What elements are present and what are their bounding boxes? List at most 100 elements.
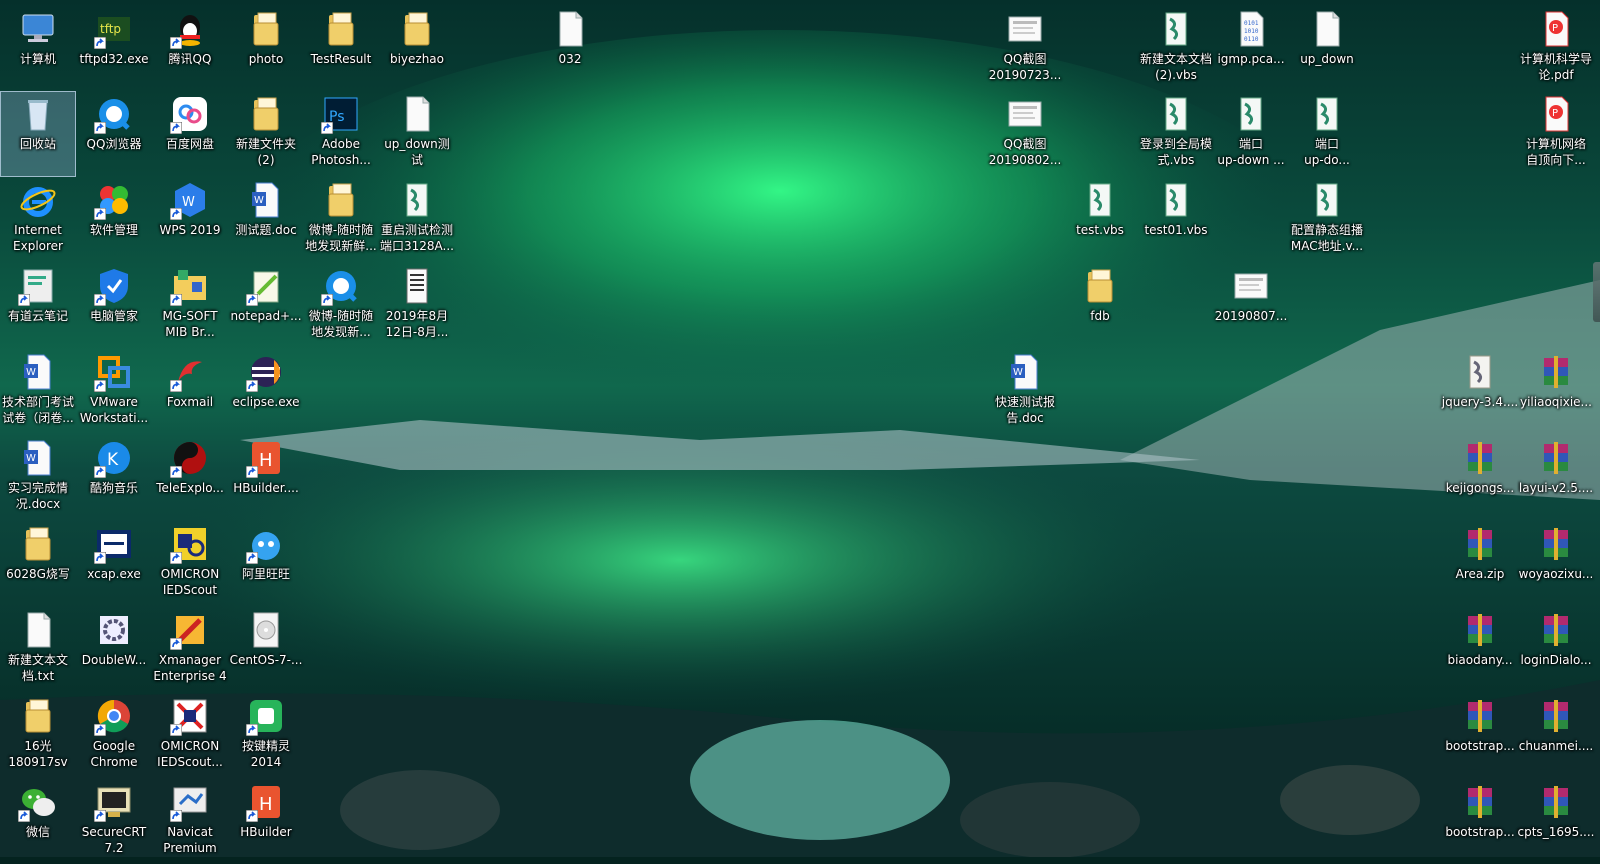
desktop-icon-chuanmei[interactable]: chuanmei.... — [1519, 694, 1593, 778]
desktop-icon-notepadpp[interactable]: notepad+... — [229, 264, 303, 348]
desktop-icon-softmgr[interactable]: 软件管理 — [77, 178, 151, 262]
shortcut-arrow-icon — [94, 724, 106, 736]
desktop-icon-label: Area.zip — [1455, 567, 1505, 581]
rar-icon — [1460, 782, 1500, 822]
desktop-icon-biaodany[interactable]: biaodany... — [1443, 608, 1517, 692]
desktop-icon-chrome[interactable]: Google Chrome — [77, 694, 151, 778]
desktop-icon-qqshot1[interactable]: QQ截图 20190723... — [988, 7, 1062, 91]
desktop-icon-recycle[interactable]: 回收站 — [0, 91, 76, 177]
desktop-icon-weibo2[interactable]: 微博-随时随 地发现新... — [304, 264, 378, 348]
desktop-icon-updowntest[interactable]: up_down测 试 — [380, 92, 454, 176]
desktop-icon-g6028[interactable]: 6028G烧写 — [1, 522, 75, 606]
desktop-icon-quicktest[interactable]: W 快速测试报 告.doc — [988, 350, 1062, 434]
desktop-icon-techexam[interactable]: W 技术部门考试 试卷（闭卷... — [1, 350, 75, 434]
desktop-icon-internship[interactable]: W 实习完成情 况.docx — [1, 436, 75, 520]
desktop-icon-restart[interactable]: 重启测试检测 端口3128A... — [380, 178, 454, 262]
gear-icon — [94, 610, 134, 650]
rar-icon — [1536, 352, 1576, 392]
desktop-icon-biyezhao[interactable]: biyezhao — [380, 7, 454, 91]
desktop-icon-cpts[interactable]: cpts_1695.... — [1518, 780, 1594, 864]
desktop-icon-kejigongs[interactable]: kejigongs... — [1443, 436, 1517, 520]
desktop-icon-test01vbs[interactable]: test01.vbs — [1139, 178, 1213, 262]
desktop-icon-port2[interactable]: 端口 up-do... — [1290, 92, 1364, 176]
desktop-icon-f032[interactable]: 032 — [533, 7, 607, 91]
desktop-icon-img0807[interactable]: 20190807... — [1214, 264, 1288, 348]
desktop-icon-computer[interactable]: 计算机 — [1, 7, 75, 91]
desktop-icon-kugou[interactable]: K 酷狗音乐 — [77, 436, 151, 520]
xmanager-icon — [170, 610, 210, 650]
qqbrowser-icon — [321, 266, 361, 306]
desktop-icon-aliwangwang[interactable]: 阿里旺旺 — [229, 522, 303, 606]
desktop-icon-g16[interactable]: 16光 180917sv — [1, 694, 75, 778]
desktop-icon-bootstrap2[interactable]: bootstrap... — [1443, 780, 1517, 864]
desktop-icon-eclipse[interactable]: eclipse.exe — [229, 350, 303, 434]
desktop-icon-newfolder2[interactable]: 新建文件夹 (2) — [229, 92, 303, 176]
rar-icon — [1536, 696, 1576, 736]
desktop-icon-bootstrap1[interactable]: bootstrap... — [1443, 694, 1517, 778]
desktop-icon-label: Xmanager Enterprise 4 — [153, 653, 227, 683]
desktop-icon-teleexplorer[interactable]: TeleExplo... — [153, 436, 227, 520]
desktop-icon-woyaozixu[interactable]: woyaozixu... — [1519, 522, 1593, 606]
notepad-icon — [246, 266, 286, 306]
desktop-icon-label: 阿里旺旺 — [241, 567, 290, 581]
desktop-icon-xmanager[interactable]: Xmanager Enterprise 4 — [153, 608, 227, 692]
vbs-icon — [1307, 180, 1347, 220]
desktop-icon-label: 2019年8月 12日-8月... — [385, 309, 449, 339]
desktop-icon-foxmail[interactable]: Foxmail — [153, 350, 227, 434]
desktop-icon-updown[interactable]: up_down — [1290, 7, 1364, 91]
desktop-icon-ie[interactable]: Internet Explorer — [1, 178, 75, 262]
shortcut-arrow-icon — [170, 466, 182, 478]
desktop-icon-pdf2[interactable]: P 计算机网络 自顶向下... — [1519, 92, 1593, 176]
desktop-icon-newtxt[interactable]: 新建文本文 档.txt — [1, 608, 75, 692]
desktop-icon-jquery[interactable]: jquery-3.4.... — [1442, 350, 1518, 434]
photoshop-icon: Ps — [321, 94, 361, 134]
desktop-icon-photo[interactable]: photo — [229, 7, 303, 91]
desktop-icon-xcap[interactable]: xcap.exe — [77, 522, 151, 606]
desktop-icon-logindialo[interactable]: loginDialo... — [1519, 608, 1593, 692]
desktop-icon-layui[interactable]: layui-v2.5.... — [1519, 436, 1593, 520]
desktop-icon-baidupan[interactable]: 百度网盘 — [153, 92, 227, 176]
desktop-icon-label: 百度网盘 — [165, 137, 214, 151]
desktop-icon-mgsoft[interactable]: MG-SOFT MIB Br... — [153, 264, 227, 348]
desktop-icon-centos[interactable]: CentOS-7-... — [229, 608, 303, 692]
desktop-icon-port1[interactable]: 端口 up-down ... — [1214, 92, 1288, 176]
desktop-icon-securecrt[interactable]: SecureCRT 7.2 — [77, 780, 151, 864]
desktop-icon-weibo1[interactable]: 微博-随时随 地发现新鲜... — [304, 178, 378, 262]
desktop-icon-qqshot2[interactable]: QQ截图 20190802... — [988, 92, 1062, 176]
shortcut-arrow-icon — [18, 810, 30, 822]
desktop-icon-hbuilder2[interactable]: H HBuilder — [229, 780, 303, 864]
desktop-icon-wechat[interactable]: 微信 — [1, 780, 75, 864]
desktop-icon-testdoc[interactable]: W 测试题.doc — [229, 178, 303, 262]
desktop-icon-vbs_new2[interactable]: 新建文本文档 (2).vbs — [1139, 7, 1213, 91]
svg-text:P: P — [1552, 23, 1558, 34]
desktop-icon-pcmgr[interactable]: 电脑管家 — [77, 264, 151, 348]
desktop-icon-tftpd32[interactable]: tftp tftpd32.exe — [77, 7, 151, 91]
desktop-icon-qq[interactable]: 腾讯QQ — [153, 7, 227, 91]
desktop-icon-loginvbs[interactable]: 登录到全局模 式.vbs — [1139, 92, 1213, 176]
folder-icon — [18, 696, 58, 736]
desktop-icon-qqbrowser[interactable]: QQ浏览器 — [77, 92, 151, 176]
desktop-icon-fdb[interactable]: fdb — [1063, 264, 1137, 348]
desktop-icon-vmware[interactable]: VMware Workstati... — [77, 350, 151, 434]
desktop-icon-anjian[interactable]: 按键精灵 2014 — [229, 694, 303, 778]
desktop-icon-doublew[interactable]: DoubleW... — [77, 608, 151, 692]
desktop-icon-youdao[interactable]: 有道云笔记 — [1, 264, 75, 348]
desktop-icon-hbuilder1[interactable]: H HBuilder.... — [229, 436, 303, 520]
desktop-icon-testvbs[interactable]: test.vbs — [1063, 178, 1137, 262]
desktop-icon-staticmac[interactable]: 配置静态组播 MAC地址.v... — [1290, 178, 1364, 262]
desktop-icon-label: TestResult — [310, 52, 372, 66]
desktop-icon-pdf1[interactable]: P 计算机科学导 论.pdf — [1519, 7, 1593, 91]
word-icon: W — [18, 352, 58, 392]
desktop-icon-igmp[interactable]: 0101 1010 0110 igmp.pca... — [1214, 7, 1288, 91]
desktop-icon-yiliao[interactable]: yiliaoqixie... — [1519, 350, 1593, 434]
desktop-icon-areazip[interactable]: Area.zip — [1443, 522, 1517, 606]
desktop-icon-omicron2[interactable]: OMICRON IEDScout... — [153, 694, 227, 778]
desktop-icon-omicron1[interactable]: OMICRON IEDScout — [153, 522, 227, 606]
desktop-icon-navicat[interactable]: Navicat Premium — [153, 780, 227, 864]
desktop-icon-testresult[interactable]: TestResult — [304, 7, 378, 91]
softmgr-icon — [94, 180, 134, 220]
desktop-icon-aug2019[interactable]: 2019年8月 12日-8月... — [380, 264, 454, 348]
desktop-icon-photoshop[interactable]: Ps Adobe Photosh... — [304, 92, 378, 176]
desktop-icon-wps[interactable]: W WPS 2019 — [153, 178, 227, 262]
edge-handle — [1593, 262, 1600, 322]
